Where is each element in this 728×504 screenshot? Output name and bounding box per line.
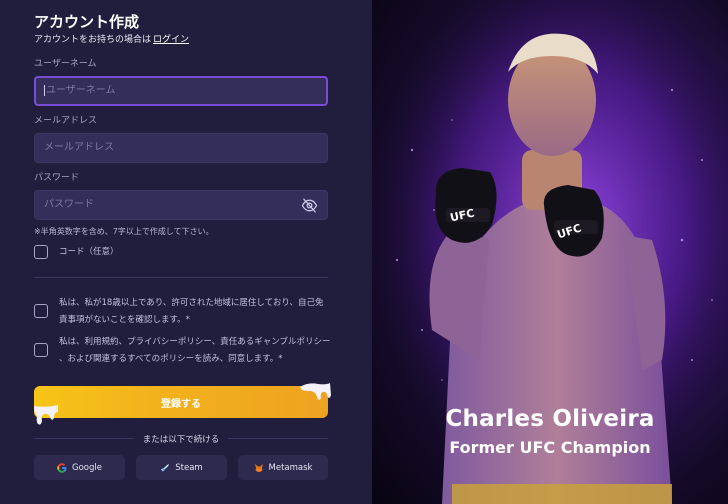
- password-input[interactable]: パスワード: [34, 190, 328, 220]
- policy-consent-checkbox[interactable]: [34, 343, 48, 357]
- page-title: アカウント作成: [34, 13, 140, 31]
- section-divider: [34, 277, 328, 278]
- google-icon: [57, 462, 67, 473]
- username-label: ユーザーネーム: [34, 59, 97, 69]
- text-caret: [44, 84, 45, 96]
- policy-consent-line-1: 私は、利用規約、プライバシーポリシー、責任あるギャンブルポリシー: [59, 337, 331, 347]
- steam-label: Steam: [175, 462, 203, 473]
- password-placeholder: パスワード: [44, 199, 94, 210]
- metamask-fox-icon: [254, 463, 264, 473]
- continue-divider-right: [228, 438, 328, 439]
- eye-off-icon[interactable]: [301, 197, 318, 214]
- password-label: パスワード: [34, 173, 80, 183]
- steam-icon: [160, 463, 170, 473]
- continue-with-label: または以下で続ける: [142, 435, 220, 445]
- signup-form-panel: アカウント作成 アカウントをお持ちの場合は ログイン ユーザーネーム ユーザーネー…: [0, 0, 372, 504]
- steam-login-button[interactable]: Steam: [136, 455, 227, 480]
- policy-consent-row: 私は、利用規約、プライバシーポリシー、責任あるギャンブルポリシー 、および関連す…: [34, 334, 331, 368]
- policy-consent-text: 私は、利用規約、プライバシーポリシー、責任あるギャンブルポリシー 、および関連す…: [59, 334, 331, 368]
- code-checkbox[interactable]: [34, 245, 48, 259]
- email-placeholder: メールアドレス: [44, 142, 114, 153]
- google-login-button[interactable]: Google: [34, 455, 125, 480]
- drip-decoration-right: [300, 383, 331, 400]
- login-prompt: アカウントをお持ちの場合は ログイン: [34, 34, 350, 46]
- metamask-label: Metamask: [268, 462, 313, 473]
- age-consent-line-2: 責事項がないことを確認します。*: [59, 315, 190, 325]
- age-consent-text: 私は、私が18歳以上であり、許可された地域に居住しており、自己免 責事項がないこ…: [59, 295, 324, 329]
- code-label: コード（任意）: [59, 247, 119, 257]
- drip-decoration-left: [34, 405, 58, 425]
- promo-fighter-name: Charles Oliveira: [445, 406, 655, 432]
- email-label: メールアドレス: [34, 116, 98, 126]
- code-option-row: コード（任意）: [34, 245, 119, 259]
- register-button-label: 登録する: [161, 398, 201, 410]
- email-input[interactable]: メールアドレス: [34, 133, 328, 163]
- metamask-login-button[interactable]: Metamask: [238, 455, 328, 480]
- google-label: Google: [72, 462, 102, 473]
- continue-divider-left: [34, 438, 134, 439]
- register-button[interactable]: 登録する: [34, 383, 331, 425]
- promo-fighter-title: Former UFC Champion: [449, 438, 651, 457]
- login-prompt-text: アカウントをお持ちの場合は: [34, 35, 152, 45]
- username-placeholder: ユーザーネーム: [46, 85, 116, 96]
- password-hint: ※半角英数字を含め、7字以上で作成して下さい。: [34, 227, 214, 236]
- username-input[interactable]: ユーザーネーム: [34, 76, 328, 106]
- age-consent-row: 私は、私が18歳以上であり、許可された地域に居住しており、自己免 責事項がないこ…: [34, 295, 324, 329]
- age-consent-line-1: 私は、私が18歳以上であり、許可された地域に居住しており、自己免: [59, 298, 324, 308]
- age-consent-checkbox[interactable]: [34, 304, 48, 318]
- policy-consent-line-2: 、および関連するすべてのポリシーを読み、同意します。*: [59, 354, 283, 364]
- login-link[interactable]: ログイン: [153, 35, 189, 45]
- signup-screen: アカウント作成 アカウントをお持ちの場合は ログイン ユーザーネーム ユーザーネー…: [0, 0, 728, 504]
- fighter-shorts: [452, 484, 672, 504]
- promo-panel: UFC UFC Charles Oliveira Former UFC Cham…: [372, 0, 728, 504]
